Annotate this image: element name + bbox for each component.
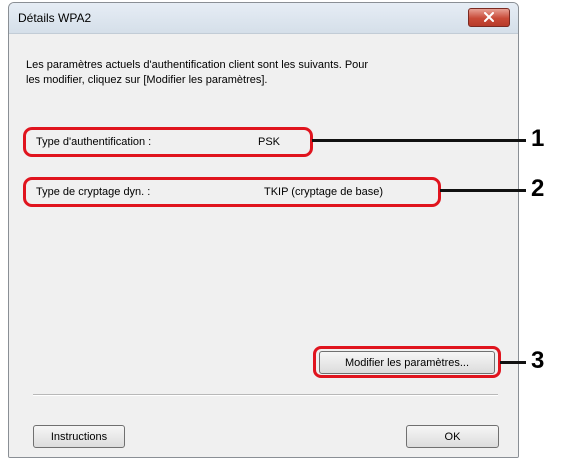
close-icon [483, 9, 495, 27]
authentication-type-row: Type d'authentification : PSK [23, 127, 313, 157]
modify-settings-button[interactable]: Modifier les paramètres... [319, 351, 495, 374]
callout-number-2: 2 [531, 175, 545, 202]
encryption-type-value: TKIP (cryptage de base) [264, 186, 384, 198]
title-bar: Détails WPA2 [9, 3, 518, 34]
description-text: Les paramètres actuels d'authentificatio… [26, 59, 369, 86]
callout-line-3 [500, 361, 526, 364]
ok-button[interactable]: OK [406, 425, 499, 448]
callout-line-2 [440, 189, 526, 192]
dialog-content: Les paramètres actuels d'authentificatio… [9, 34, 518, 457]
wpa2-details-dialog: Détails WPA2 Les paramètres actuels d'au… [8, 2, 519, 458]
authentication-type-value: PSK [258, 136, 281, 148]
authentication-type-label: Type d'authentification : [36, 136, 152, 148]
encryption-type-label: Type de cryptage dyn. : [36, 186, 151, 198]
instructions-button[interactable]: Instructions [33, 425, 125, 448]
separator [33, 394, 498, 396]
encryption-type-row: Type de cryptage dyn. : TKIP (cryptage d… [23, 177, 441, 207]
close-button[interactable] [468, 8, 510, 27]
callout-line-1 [312, 139, 526, 142]
dialog-title: Détails WPA2 [18, 11, 92, 25]
callout-number-1: 1 [531, 125, 545, 152]
callout-number-3: 3 [531, 347, 545, 374]
